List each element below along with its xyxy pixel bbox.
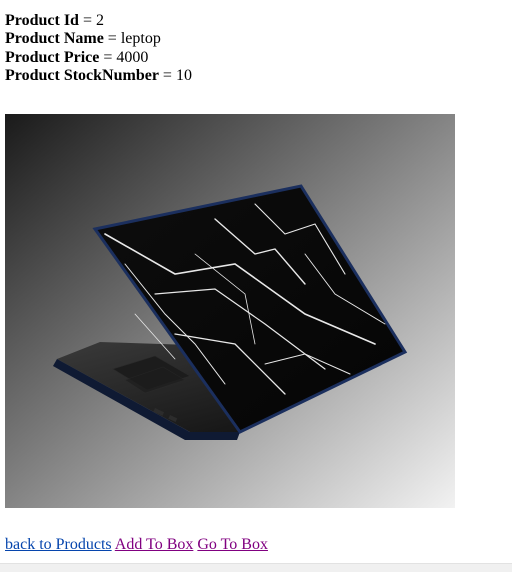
back-to-products-link[interactable]: back to Products: [5, 536, 112, 553]
product-name-separator: =: [103, 30, 121, 48]
product-stock-separator: =: [158, 67, 176, 85]
product-price-label: Product Price: [5, 48, 100, 66]
laptop-image: [5, 114, 455, 508]
product-stock-row: Product StockNumber = 10: [5, 67, 192, 85]
product-details: Product Id = 2 Product Name = leptop Pro…: [5, 12, 192, 86]
product-stock-value: 10: [175, 67, 192, 85]
product-image: [5, 114, 455, 508]
product-name-row: Product Name = leptop: [5, 30, 192, 48]
product-price-separator: =: [99, 48, 117, 66]
go-to-box-link[interactable]: Go To Box: [197, 536, 268, 553]
product-name-value: leptop: [120, 30, 161, 48]
product-stock-label: Product StockNumber: [5, 67, 159, 85]
product-name-label: Product Name: [5, 30, 104, 48]
action-links: back to Products Add To Box Go To Box: [5, 536, 268, 554]
product-id-row: Product Id = 2: [5, 12, 192, 30]
add-to-box-link[interactable]: Add To Box: [115, 536, 194, 553]
horizontal-scrollbar[interactable]: [0, 563, 512, 572]
product-price-value: 4000: [116, 48, 149, 66]
product-id-separator: =: [78, 12, 96, 29]
product-id-label: Product Id: [5, 12, 79, 29]
product-price-row: Product Price = 4000: [5, 49, 192, 67]
product-id-value: 2: [95, 12, 104, 29]
